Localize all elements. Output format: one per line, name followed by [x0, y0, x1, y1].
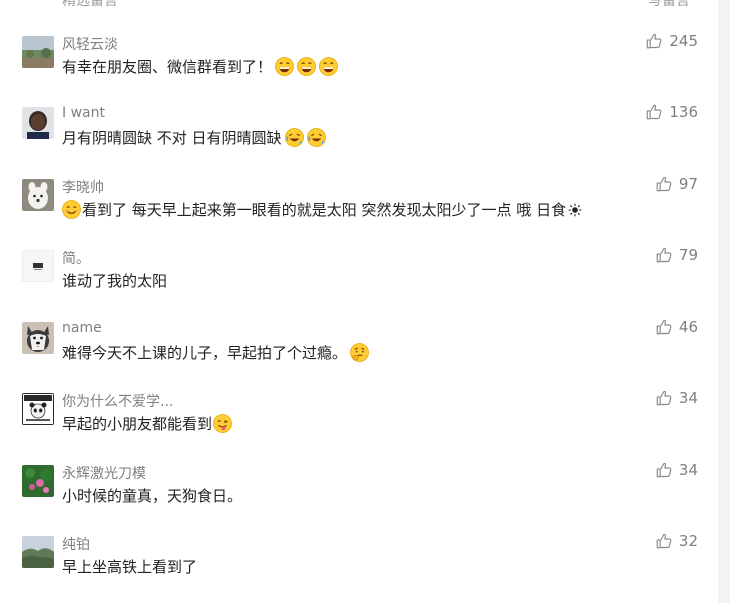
- like-count: 245: [669, 32, 698, 50]
- grin-emoji: [275, 57, 294, 76]
- like-count: 34: [678, 461, 698, 479]
- commenter-name[interactable]: 纯铂: [62, 534, 90, 554]
- grin-emoji: [297, 57, 316, 76]
- like-count: 34: [678, 389, 698, 407]
- comment-text: 月有阴晴圆缺 不对 日有阴晴圆缺: [62, 127, 326, 148]
- logo-avatar[interactable]: [22, 250, 54, 282]
- comment-item: 风轻云淡 有幸在朋友圈、微信群看到了！ 245: [0, 32, 718, 106]
- commenter-name[interactable]: 风轻云淡: [62, 34, 118, 54]
- like-count: 136: [669, 103, 698, 121]
- landscape-avatar[interactable]: [22, 36, 54, 68]
- comment-text-body: 早起的小朋友都能看到: [62, 415, 213, 433]
- comment-item: name 难得今天不上课的儿子，早起拍了个过瘾。 46: [0, 318, 718, 392]
- comment-text: 难得今天不上课的儿子，早起拍了个过瘾。: [62, 342, 369, 363]
- person-avatar[interactable]: [22, 107, 54, 139]
- comment-text: 谁动了我的太阳: [62, 270, 167, 291]
- commenter-name[interactable]: 简。: [62, 248, 90, 268]
- like-count: 79: [678, 246, 698, 264]
- thumbs-up-icon: [655, 389, 673, 407]
- smile-emoji: [62, 200, 81, 219]
- comment-text-body: 早上坐高铁上看到了: [62, 558, 198, 576]
- hills-avatar[interactable]: [22, 536, 54, 568]
- comment-text-body: 有幸在朋友圈、微信群看到了！: [62, 58, 273, 76]
- comment-item: 简。 谁动了我的太阳 79: [0, 246, 718, 320]
- comment-text: 有幸在朋友圈、微信群看到了！: [62, 56, 338, 77]
- like-count: 97: [678, 175, 698, 193]
- comment-item: 你为什么不爱学... 早起的小朋友都能看到 34: [0, 389, 718, 463]
- commenter-name[interactable]: 李晓帅: [62, 177, 104, 197]
- thumbs-up-icon: [655, 246, 673, 264]
- comment-text-body: 小时候的童真，天狗食日。: [62, 487, 243, 505]
- commenter-name[interactable]: name: [62, 320, 102, 336]
- thinking-emoji: [350, 343, 369, 362]
- thumbs-up-icon: [655, 318, 673, 336]
- commenter-name[interactable]: 你为什么不爱学...: [62, 391, 173, 411]
- like-button[interactable]: 97: [655, 175, 698, 193]
- comments-panel: 精选留言 写留言 风轻云淡 有幸在朋友圈、微信群看到了！ 245 I want …: [0, 0, 718, 603]
- like-button[interactable]: 245: [645, 32, 698, 50]
- laugh-cry-emoji: [306, 128, 326, 147]
- thumbs-up-icon: [655, 532, 673, 550]
- comment-item: 李晓帅 看到了 每天早上起来第一眼看的就是太阳 突然发现太阳少了一点 哦 日食 …: [0, 175, 718, 249]
- tongue-emoji: [213, 414, 232, 433]
- write-comment-link-partial[interactable]: 写留言: [648, 0, 690, 10]
- comment-text-body: 看到了 每天早上起来第一眼看的就是太阳 突然发现太阳少了一点 哦 日食: [82, 201, 567, 219]
- comment-item: 永辉激光刀模 小时候的童真，天狗食日。 34: [0, 461, 718, 535]
- commenter-name[interactable]: 永辉激光刀模: [62, 463, 146, 483]
- laugh-cry-emoji: [284, 128, 304, 147]
- comment-item: I want 月有阴晴圆缺 不对 日有阴晴圆缺 136: [0, 103, 718, 177]
- flower-avatar[interactable]: [22, 465, 54, 497]
- like-button[interactable]: 46: [655, 318, 698, 336]
- scrollbar-track[interactable]: [718, 0, 730, 603]
- comment-text: 早上坐高铁上看到了: [62, 556, 197, 577]
- husky-avatar[interactable]: [22, 322, 54, 354]
- like-button[interactable]: 34: [655, 461, 698, 479]
- like-count: 46: [678, 318, 698, 336]
- panda-avatar[interactable]: [22, 393, 54, 425]
- thumbs-up-icon: [645, 103, 663, 121]
- comment-text: 早起的小朋友都能看到: [62, 413, 232, 434]
- comment-text: 小时候的童真，天狗食日。: [62, 485, 242, 506]
- comment-item: 纯铂 早上坐高铁上看到了 32: [0, 532, 718, 603]
- like-count: 32: [678, 532, 698, 550]
- comment-text-body: 谁动了我的太阳: [62, 272, 168, 290]
- commenter-name[interactable]: I want: [62, 105, 105, 121]
- section-title-partial: 精选留言: [62, 0, 118, 9]
- sun-emoji: [568, 203, 582, 217]
- comment-text: 看到了 每天早上起来第一眼看的就是太阳 突然发现太阳少了一点 哦 日食: [62, 199, 582, 220]
- like-button[interactable]: 79: [655, 246, 698, 264]
- like-button[interactable]: 136: [645, 103, 698, 121]
- like-button[interactable]: 34: [655, 389, 698, 407]
- grin-emoji: [319, 57, 338, 76]
- like-button[interactable]: 32: [655, 532, 698, 550]
- thumbs-up-icon: [655, 175, 673, 193]
- comment-text-body: 月有阴晴圆缺 不对 日有阴晴圆缺: [62, 129, 282, 147]
- thumbs-up-icon: [655, 461, 673, 479]
- comment-text-body: 难得今天不上课的儿子，早起拍了个过瘾。: [62, 344, 348, 362]
- white-dog-avatar[interactable]: [22, 179, 54, 211]
- thumbs-up-icon: [645, 32, 663, 50]
